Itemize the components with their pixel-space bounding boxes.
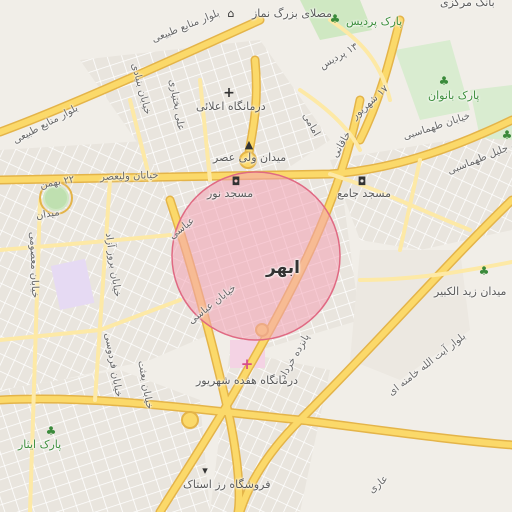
mosque-icon[interactable]: ◘	[229, 174, 243, 188]
tree-icon[interactable]: ♣	[477, 264, 491, 278]
hospital-icon[interactable]: +	[240, 356, 254, 371]
place-label-store-rozastak[interactable]: فروشگاه رز استاک	[183, 479, 270, 490]
monument-icon[interactable]: ▲	[242, 137, 256, 151]
map-canvas[interactable]: ⌂ ♣ + ♣ ▲ ◘ ◘ ♣ + ♣ ▾ ♣ مصلای بزرگ نماز …	[0, 0, 512, 512]
map-base-layer	[0, 0, 512, 512]
place-label-bank-markazi[interactable]: بانک مرکزی	[440, 0, 495, 8]
place-label-masjed-nour[interactable]: مسجد نور	[207, 188, 253, 199]
road-label: خیابان ولیعصر	[99, 169, 159, 184]
mosque-icon[interactable]: ◘	[355, 174, 369, 188]
place-label-clinic-aalaei[interactable]: درمانگاه اعلائی	[196, 101, 266, 112]
place-label-meydan-zeid[interactable]: میدان زید الکبیر	[434, 286, 506, 297]
cart-icon[interactable]: ▾	[198, 463, 212, 477]
place-label-masjed-jame[interactable]: مسجد جامع	[337, 188, 391, 199]
place-label-masalla[interactable]: مصلای بزرگ نماز	[252, 8, 332, 19]
place-label-park-isar[interactable]: پارک ایثار	[18, 439, 61, 450]
place-label-park-banovan[interactable]: پارک بانوان	[428, 90, 479, 101]
place-label-park-pardis[interactable]: پارک پردیس	[346, 16, 402, 27]
tree-icon[interactable]: ♣	[437, 74, 451, 88]
road-label: خیابان معصومی	[27, 231, 41, 299]
place-label-meydan-valiasr[interactable]: میدان ولی عصر	[213, 152, 286, 163]
dome-icon[interactable]: ⌂	[224, 6, 238, 20]
city-label[interactable]: ابهر	[266, 260, 300, 277]
roundabout-center	[45, 187, 67, 209]
cross-icon[interactable]: +	[222, 86, 236, 100]
tree-icon[interactable]: ♣	[44, 424, 58, 438]
